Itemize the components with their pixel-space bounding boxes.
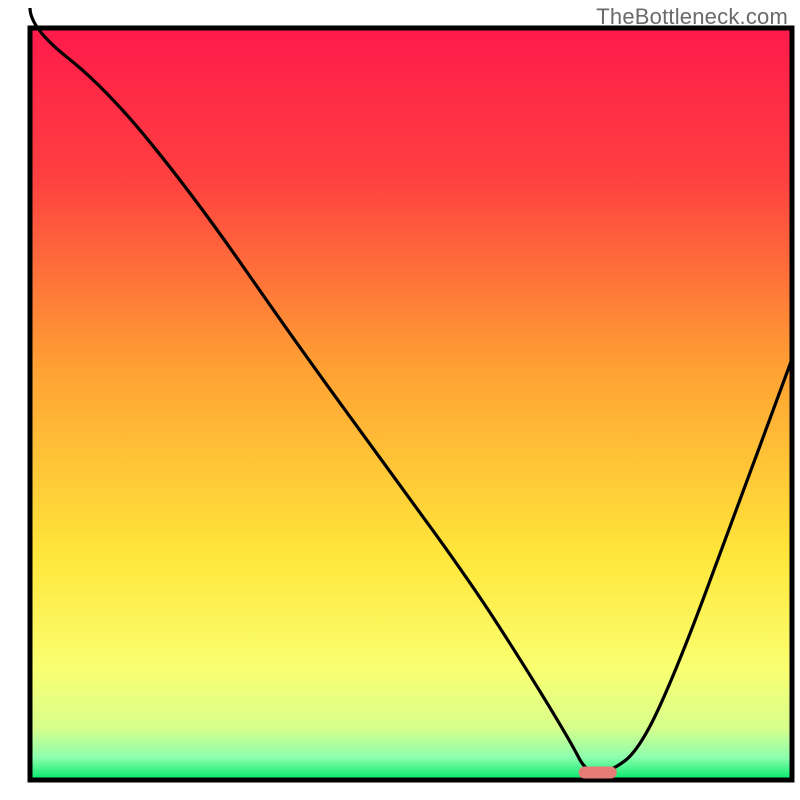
optimal-range-marker: [579, 766, 617, 778]
bottleneck-chart: [0, 0, 800, 800]
watermark-text: TheBottleneck.com: [596, 4, 788, 30]
chart-frame: TheBottleneck.com: [0, 0, 800, 800]
